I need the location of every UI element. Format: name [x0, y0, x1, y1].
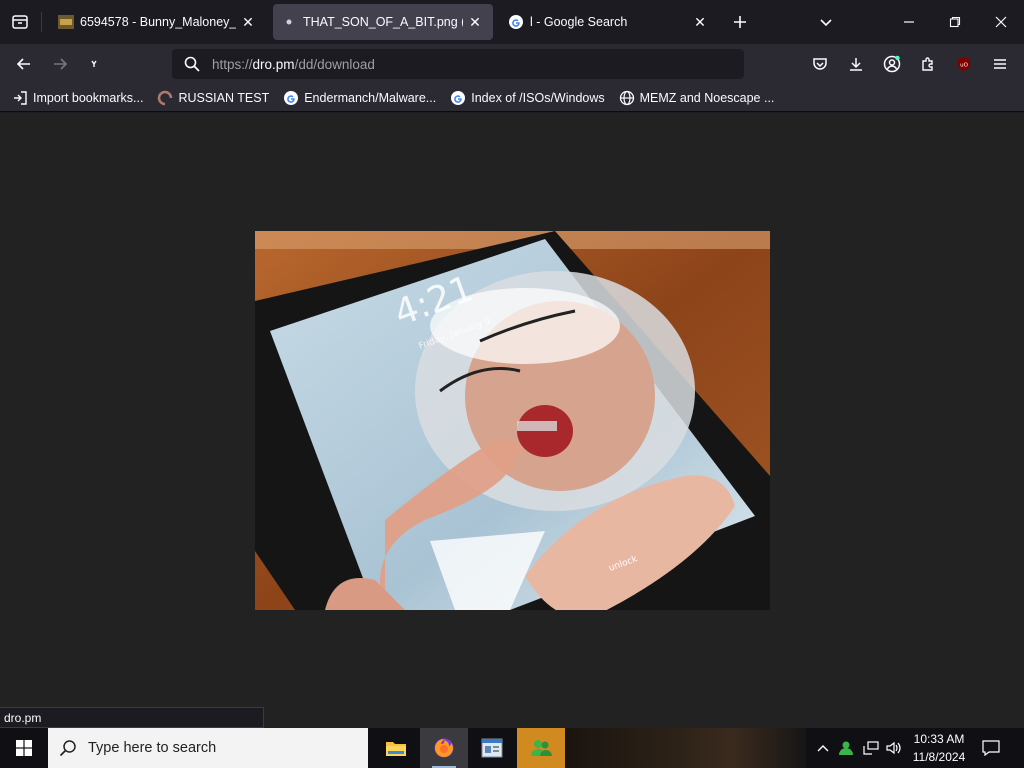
- network-button[interactable]: [860, 728, 882, 768]
- svg-text:uO: uO: [960, 63, 968, 69]
- taskbar-firefox[interactable]: [420, 728, 468, 768]
- globe-icon: [619, 90, 635, 106]
- tab-google-search[interactable]: l - Google Search ✕: [500, 4, 718, 40]
- ublock-shield-icon: uO: [958, 57, 970, 71]
- tab-title: l - Google Search: [530, 15, 628, 29]
- tab-overview-button[interactable]: [0, 0, 40, 44]
- plus-icon: [734, 16, 746, 28]
- taskbar-file-explorer[interactable]: [372, 728, 420, 768]
- app-menu-button[interactable]: [986, 50, 1014, 78]
- import-icon: [12, 90, 28, 106]
- taskbar-app-window[interactable]: [468, 728, 516, 768]
- bookmarks-toolbar: Import bookmarks... RUSSIAN TEST Enderma…: [0, 84, 1024, 112]
- status-panel: dro.pm: [0, 707, 264, 728]
- tablet-photo: 4:21 Friday, January 9 unlock: [255, 231, 770, 610]
- taskbar-search-placeholder: Type here to search: [88, 740, 217, 756]
- bookmark-memz-noescape[interactable]: MEMZ and Noescape ...: [615, 86, 779, 110]
- download-icon: [850, 58, 862, 71]
- bookmark-index-isos[interactable]: Index of /ISOs/Windows: [446, 86, 608, 110]
- arrow-left-icon: [16, 58, 30, 70]
- folder-icon: [386, 742, 406, 756]
- bookmark-label: Index of /ISOs/Windows: [471, 90, 605, 105]
- puzzle-icon: [922, 57, 933, 71]
- tab-that-son-of-a-bit[interactable]: THAT_SON_OF_A_BIT.png (PNG ✕: [273, 4, 493, 40]
- user-tray-icon: [839, 741, 853, 755]
- pocket-icon: [813, 58, 827, 70]
- clock-time: 10:33 AM: [913, 732, 965, 746]
- reload-button[interactable]: [80, 50, 108, 78]
- url-bar[interactable]: https://dro.pm/dd/download: [172, 49, 744, 79]
- taskbar-search-box[interactable]: Type here to search: [48, 728, 368, 768]
- bookmark-label: RUSSIAN TEST: [178, 90, 270, 105]
- downloads-button[interactable]: [842, 50, 870, 78]
- tab-bunny-maloney[interactable]: 6594578 - Bunny_Maloney_(seri ✕: [50, 4, 266, 40]
- firefox-icon: [434, 738, 454, 758]
- taskbar-clock[interactable]: 10:33 AM 11/8/2024: [905, 730, 973, 766]
- bookmark-endermanch-malware[interactable]: Endermanch/Malware...: [279, 86, 440, 110]
- google-icon: [283, 90, 299, 106]
- start-button[interactable]: [0, 728, 48, 768]
- url-scheme: https://: [212, 56, 253, 72]
- minimize-icon: [904, 21, 914, 23]
- network-icon: [863, 741, 879, 755]
- search-icon: [172, 56, 212, 72]
- volume-button[interactable]: [883, 728, 905, 768]
- back-button[interactable]: [10, 50, 38, 78]
- forward-button[interactable]: [46, 50, 74, 78]
- page-content: 4:21 Friday, January 9 unlock: [0, 113, 1024, 728]
- russian-test-favicon-icon: [157, 90, 174, 106]
- chevron-up-icon: [817, 745, 829, 752]
- hamburger-icon: [994, 59, 1006, 69]
- account-icon: [883, 55, 901, 73]
- url-path: /dd/download: [294, 56, 375, 72]
- chevron-down-icon: [820, 19, 832, 27]
- bookmark-russian-test[interactable]: RUSSIAN TEST: [153, 86, 273, 110]
- people-icon: [531, 740, 552, 756]
- bookmark-label: Endermanch/Malware...: [304, 90, 437, 105]
- notification-icon: [982, 740, 1000, 756]
- tab-title: 6594578 - Bunny_Maloney_(seri: [80, 15, 236, 29]
- tab-title: THAT_SON_OF_A_BIT.png (PNG: [303, 15, 463, 29]
- notifications-button[interactable]: [980, 728, 1002, 768]
- loading-icon: [91, 60, 97, 67]
- close-window-button[interactable]: [987, 8, 1015, 36]
- close-icon: [995, 16, 1007, 28]
- url-text[interactable]: https://dro.pm/dd/download: [212, 57, 375, 72]
- ublock-origin-button[interactable]: uO: [950, 50, 978, 78]
- arrow-right-icon: [54, 58, 68, 70]
- list-all-tabs-button[interactable]: [812, 8, 840, 36]
- taskbar-wallpaper-area: [566, 728, 806, 768]
- extensions-button[interactable]: [914, 50, 942, 78]
- search-icon: [48, 739, 88, 757]
- taskbar-people-app[interactable]: [517, 728, 565, 768]
- tray-people-icon[interactable]: [836, 728, 858, 768]
- displayed-image[interactable]: 4:21 Friday, January 9 unlock: [255, 231, 770, 610]
- pocket-button[interactable]: [806, 50, 834, 78]
- minimize-button[interactable]: [895, 8, 923, 36]
- close-icon[interactable]: ✕: [467, 14, 483, 30]
- tab-strip: 6594578 - Bunny_Maloney_(seri ✕ THAT_SON…: [0, 0, 1024, 44]
- dot-favicon-icon: [281, 14, 297, 30]
- bookmark-label: Import bookmarks...: [33, 90, 144, 105]
- restore-button[interactable]: [941, 8, 969, 36]
- google-icon: [450, 90, 466, 106]
- show-hidden-icons-button[interactable]: [814, 728, 832, 768]
- bookmark-label: MEMZ and Noescape ...: [639, 90, 775, 105]
- image-favicon-icon: [58, 14, 74, 30]
- bookmark-import[interactable]: Import bookmarks...: [8, 86, 147, 110]
- windows-logo-icon: [16, 740, 32, 756]
- new-tab-button[interactable]: [726, 8, 754, 36]
- tab-separator: [41, 12, 42, 32]
- clock-date: 11/8/2024: [912, 750, 966, 764]
- google-icon: [508, 14, 524, 30]
- close-icon[interactable]: ✕: [692, 14, 708, 30]
- account-button[interactable]: [878, 50, 906, 78]
- speaker-icon: [886, 741, 901, 755]
- tab-list-icon: [12, 15, 28, 29]
- restore-icon: [949, 16, 961, 28]
- url-host: dro.pm: [252, 56, 295, 72]
- close-icon[interactable]: ✕: [240, 14, 256, 30]
- app-window-icon: [481, 738, 503, 758]
